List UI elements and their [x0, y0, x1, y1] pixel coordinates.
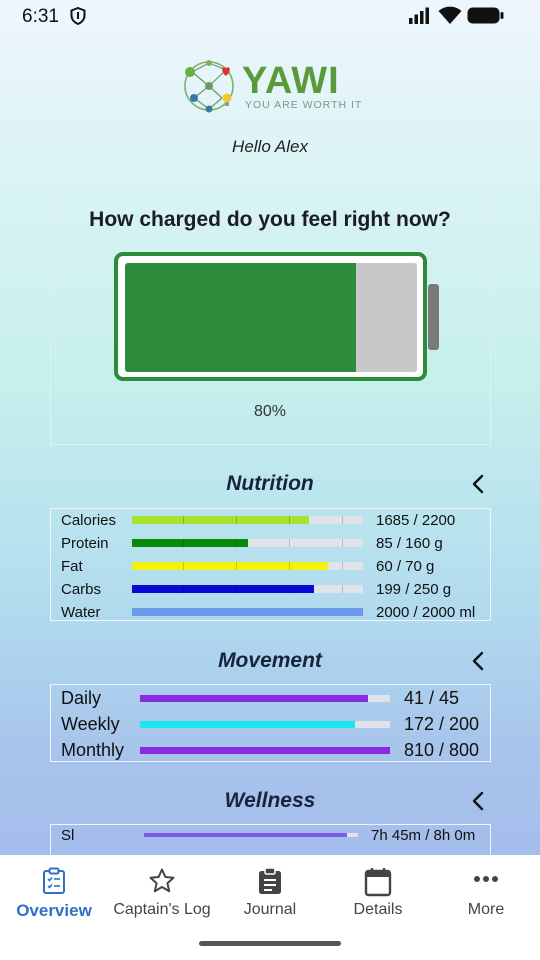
status-time: 6:31 — [22, 6, 59, 27]
nutrition-row-label: Carbs — [61, 580, 102, 598]
nutrition-row-label: Calories — [61, 511, 117, 529]
nutrition-row-value: 199 / 250 g — [376, 580, 452, 598]
energy-battery-track[interactable] — [125, 263, 417, 372]
movement-row-value: 41 / 45 — [404, 688, 460, 709]
wellness-title: Wellness — [224, 789, 316, 812]
energy-battery-fill — [125, 263, 356, 372]
nutrition-progress-tick — [342, 539, 344, 547]
nav-overview-label: Overview — [16, 901, 92, 920]
logo-wordmark: YAWI — [242, 60, 340, 102]
nutrition-progress-tick — [235, 539, 237, 547]
nav-captains-log-label: Captain's Log — [113, 901, 211, 918]
nutrition-progress-tick — [182, 539, 184, 547]
nutrition-title: Nutrition — [226, 472, 314, 495]
energy-battery-tip — [428, 284, 439, 350]
nutrition-row-value: 2000 / 2000 ml — [376, 603, 476, 621]
nutrition-expand-chevron-icon[interactable] — [470, 473, 486, 495]
nutrition-progress-tick — [342, 562, 344, 570]
movement-progress-fill — [140, 720, 355, 728]
wellness-progress-fill — [144, 833, 348, 837]
movement-row-label: Daily — [61, 688, 102, 709]
home-indicator[interactable] — [199, 941, 341, 946]
shield-icon — [70, 7, 86, 25]
movement-progress-bar — [140, 720, 390, 728]
nutrition-progress-bar — [132, 516, 363, 524]
nav-captains-log[interactable]: Captain's Log — [108, 855, 216, 935]
more-dots-icon — [474, 876, 498, 882]
movement-row-label: Monthly — [61, 740, 125, 761]
wellness-row-value: 7h 45m / 8h 0m — [371, 826, 476, 844]
nav-journal[interactable]: Journal — [216, 855, 324, 935]
nutrition-progress-tick — [235, 516, 237, 524]
nutrition-progress-tick — [342, 516, 344, 524]
nutrition-progress-tick — [342, 585, 344, 593]
signal-icon — [409, 7, 429, 24]
nutrition-progress-tick — [289, 516, 291, 524]
movement-progress-bar — [140, 746, 390, 754]
nutrition-progress-bar — [132, 562, 363, 570]
nutrition-progress-bar — [132, 608, 363, 616]
nutrition-progress-tick — [235, 585, 237, 593]
movement-progress-bar — [140, 694, 390, 702]
nutrition-progress-tick — [182, 562, 184, 570]
movement-title: Movement — [218, 649, 322, 672]
wellness-expand-chevron-icon[interactable] — [470, 790, 486, 812]
nutrition-progress-fill — [132, 608, 363, 616]
movement-row-label: Weekly — [61, 714, 120, 735]
nutrition-progress-tick — [182, 516, 184, 524]
wifi-icon — [438, 6, 462, 24]
wellness-row-label: Sl — [61, 826, 75, 844]
logo-tagline: YOU ARE WORTH IT — [245, 99, 363, 111]
clipboard-list-icon — [43, 867, 65, 894]
nutrition-panel: Calories 1685 / 2200 Protein 85 / 160 g Fat 6… — [50, 508, 491, 621]
nutrition-progress-bar — [132, 539, 363, 547]
nav-journal-label: Journal — [243, 901, 297, 918]
movement-expand-chevron-icon[interactable] — [470, 650, 486, 672]
nav-more[interactable]: More — [432, 855, 540, 935]
app-logo: YAWI YOU ARE WORTH IT — [182, 58, 362, 114]
nutrition-row-value: 60 / 70 g — [376, 557, 435, 575]
nutrition-progress-bar — [132, 585, 363, 593]
movement-progress-fill — [140, 694, 368, 702]
nutrition-progress-fill — [132, 516, 309, 524]
nutrition-progress-fill — [132, 539, 248, 547]
nutrition-progress-tick — [289, 562, 291, 570]
movement-row-value: 810 / 800 — [404, 740, 480, 761]
movement-panel: Daily 41 / 45 Weekly 172 / 200 Monthly 810 / … — [50, 684, 491, 762]
nutrition-row-label: Protein — [61, 534, 109, 552]
nutrition-row-label: Water — [61, 603, 101, 621]
nutrition-progress-tick — [289, 539, 291, 547]
movement-row-value: 172 / 200 — [404, 714, 480, 735]
nav-more-label: More — [467, 901, 505, 918]
battery-status-icon — [467, 7, 504, 24]
logo-network-icon — [184, 60, 234, 113]
nav-details[interactable]: Details — [324, 855, 432, 935]
greeting-text: Hello Alex — [232, 137, 308, 156]
nav-details-label: Details — [353, 901, 403, 918]
energy-percent: 80% — [253, 403, 287, 420]
star-icon — [149, 868, 175, 893]
nutrition-row-label: Fat — [61, 557, 83, 575]
nutrition-row-value: 1685 / 2200 — [376, 511, 456, 529]
calendar-icon — [364, 868, 392, 897]
status-bar: 6:31 — [0, 0, 540, 32]
nutrition-row-value: 85 / 160 g — [376, 534, 443, 552]
nav-overview[interactable]: Overview — [0, 855, 108, 935]
nutrition-progress-fill — [132, 585, 315, 593]
energy-question: How charged do you feel right now? — [89, 208, 451, 231]
nutrition-progress-fill — [132, 562, 329, 570]
journal-icon — [259, 867, 281, 894]
nutrition-progress-tick — [289, 585, 291, 593]
nutrition-progress-tick — [235, 562, 237, 570]
nutrition-progress-tick — [182, 585, 184, 593]
wellness-panel: Sl 7h 45m / 8h 0m — [50, 824, 491, 855]
movement-progress-fill — [140, 746, 390, 754]
wellness-progress-bar — [144, 833, 358, 837]
